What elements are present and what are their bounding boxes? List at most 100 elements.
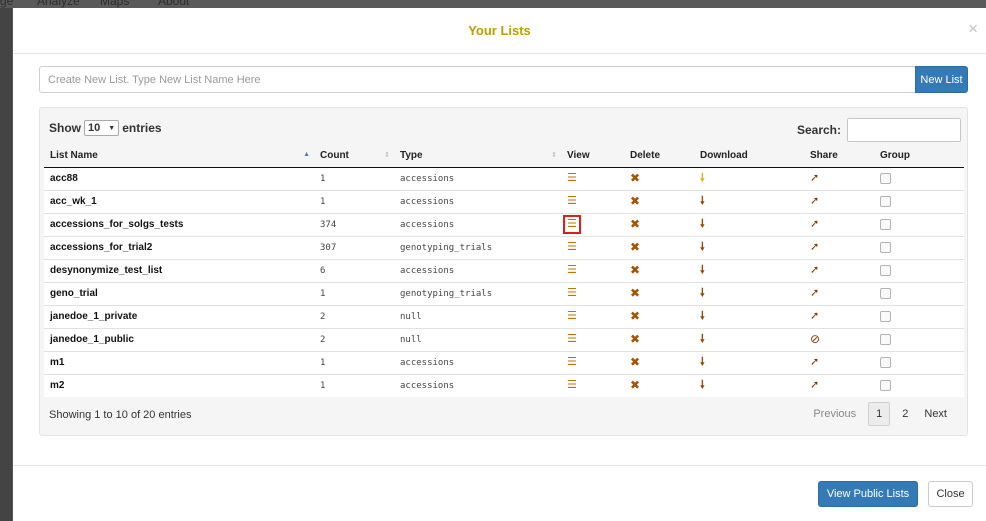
download-icon[interactable]: 🠗 — [700, 265, 705, 276]
delete-icon[interactable]: ✖ — [630, 287, 640, 299]
share-icon[interactable]: ➚ — [810, 242, 819, 253]
download-cell: 🠗 — [694, 235, 804, 259]
share-cell: ➚ — [804, 373, 874, 397]
nav-item-partial: ge — [0, 0, 14, 8]
download-icon[interactable]: 🠗 — [700, 219, 705, 230]
list-name-cell: janedoe_1_public — [44, 327, 314, 351]
download-icon[interactable]: 🠗 — [700, 173, 705, 184]
download-icon[interactable]: 🠗 — [700, 380, 705, 391]
group-checkbox[interactable] — [880, 241, 891, 253]
type-cell: null — [394, 327, 561, 351]
share-icon[interactable]: ➚ — [810, 288, 819, 299]
delete-cell: ✖ — [624, 281, 694, 305]
ban-icon[interactable]: ⊘ — [810, 333, 820, 345]
col-view: View — [561, 144, 624, 168]
view-public-lists-button[interactable]: View Public Lists — [818, 481, 918, 507]
delete-icon[interactable]: ✖ — [630, 379, 640, 391]
background-navbar: ge Analyze Maps About — [0, 0, 986, 8]
count-cell: 2 — [314, 304, 394, 328]
delete-icon[interactable]: ✖ — [630, 310, 640, 322]
share-icon[interactable]: ➚ — [810, 173, 819, 184]
pagination-page-2[interactable]: 2 — [894, 403, 916, 425]
type-cell: accessions — [394, 258, 561, 282]
group-checkbox[interactable] — [880, 380, 891, 392]
group-checkbox[interactable] — [880, 287, 891, 299]
sort-icon: ⇕ — [384, 152, 390, 159]
download-icon[interactable]: 🠗 — [700, 196, 705, 207]
list-name-cell: geno_trial — [44, 281, 314, 305]
col-list-name[interactable]: List Name ▲ — [44, 144, 314, 168]
delete-icon[interactable]: ✖ — [630, 241, 640, 253]
col-count[interactable]: Count ⇕ — [314, 144, 394, 168]
view-list-icon[interactable]: ☰ — [567, 265, 577, 276]
download-icon[interactable]: 🠗 — [700, 288, 705, 299]
delete-cell: ✖ — [624, 373, 694, 397]
table-info: Showing 1 to 10 of 20 entries — [49, 409, 192, 421]
modal-title: Your Lists — [468, 23, 531, 38]
count-cell: 2 — [314, 327, 394, 351]
group-cell — [874, 212, 964, 236]
download-cell: 🠗 — [694, 373, 804, 397]
view-cell: ☰ — [561, 235, 624, 259]
download-icon[interactable]: 🠗 — [700, 357, 705, 368]
delete-icon[interactable]: ✖ — [630, 333, 640, 345]
delete-icon[interactable]: ✖ — [630, 218, 640, 230]
new-list-name-input[interactable] — [39, 66, 915, 93]
group-checkbox[interactable] — [880, 172, 891, 184]
group-checkbox[interactable] — [880, 333, 891, 345]
modal-header: Your Lists × — [13, 8, 986, 54]
share-cell: ➚ — [804, 212, 874, 236]
share-icon[interactable]: ➚ — [810, 219, 819, 230]
view-cell: ☰ — [561, 189, 624, 213]
group-cell — [874, 258, 964, 282]
group-checkbox[interactable] — [880, 356, 891, 368]
table-row: m1 1 accessions ☰ ✖ 🠗 ➚ — [44, 350, 964, 374]
pagination-page-1[interactable]: 1 — [868, 402, 891, 426]
search-input[interactable] — [847, 118, 961, 142]
group-checkbox[interactable] — [880, 195, 891, 207]
close-icon[interactable]: × — [968, 19, 978, 39]
delete-icon[interactable]: ✖ — [630, 172, 640, 184]
share-icon[interactable]: ➚ — [810, 196, 819, 207]
download-cell: 🠗 — [694, 212, 804, 236]
view-list-icon[interactable]: ☰ — [567, 288, 577, 299]
share-icon[interactable]: ➚ — [810, 357, 819, 368]
delete-icon[interactable]: ✖ — [630, 195, 640, 207]
download-icon[interactable]: 🠗 — [700, 311, 705, 322]
share-icon[interactable]: ➚ — [810, 311, 819, 322]
list-name-cell: accessions_for_solgs_tests — [44, 212, 314, 236]
download-icon[interactable]: 🠗 — [700, 334, 705, 345]
view-list-icon[interactable]: ☰ — [567, 380, 577, 391]
group-checkbox[interactable] — [880, 264, 891, 276]
delete-icon[interactable]: ✖ — [630, 356, 640, 368]
pagination-previous[interactable]: Previous — [805, 403, 864, 425]
count-cell: 1 — [314, 350, 394, 374]
group-checkbox[interactable] — [880, 218, 891, 230]
view-cell: ☰ — [561, 327, 624, 351]
view-list-icon[interactable]: ☰ — [567, 173, 577, 184]
pagination-next[interactable]: Next — [916, 403, 955, 425]
view-list-icon[interactable]: ☰ — [563, 215, 581, 234]
view-cell: ☰ — [561, 212, 624, 236]
view-list-icon[interactable]: ☰ — [567, 311, 577, 322]
view-cell: ☰ — [561, 281, 624, 305]
col-share: Share — [804, 144, 874, 168]
lists-table: List Name ▲ Count ⇕ Type ⇕ View Delete D… — [44, 144, 964, 397]
new-list-button[interactable]: New List — [915, 66, 968, 93]
share-icon[interactable]: ➚ — [810, 380, 819, 391]
col-type[interactable]: Type ⇕ — [394, 144, 561, 168]
download-icon[interactable]: 🠗 — [700, 242, 705, 253]
share-icon[interactable]: ➚ — [810, 265, 819, 276]
view-list-icon[interactable]: ☰ — [567, 334, 577, 345]
close-button[interactable]: Close — [928, 481, 973, 507]
view-list-icon[interactable]: ☰ — [567, 196, 577, 207]
view-list-icon[interactable]: ☰ — [567, 242, 577, 253]
delete-icon[interactable]: ✖ — [630, 264, 640, 276]
view-list-icon[interactable]: ☰ — [567, 357, 577, 368]
group-checkbox[interactable] — [880, 310, 891, 322]
table-row: accessions_for_trial2 307 genotyping_trial… — [44, 235, 964, 259]
show-label: Show — [49, 121, 81, 135]
list-name-cell: m2 — [44, 373, 314, 397]
list-name-cell: desynonymize_test_list — [44, 258, 314, 282]
page-length-select[interactable]: 10 ▼ — [84, 120, 120, 136]
